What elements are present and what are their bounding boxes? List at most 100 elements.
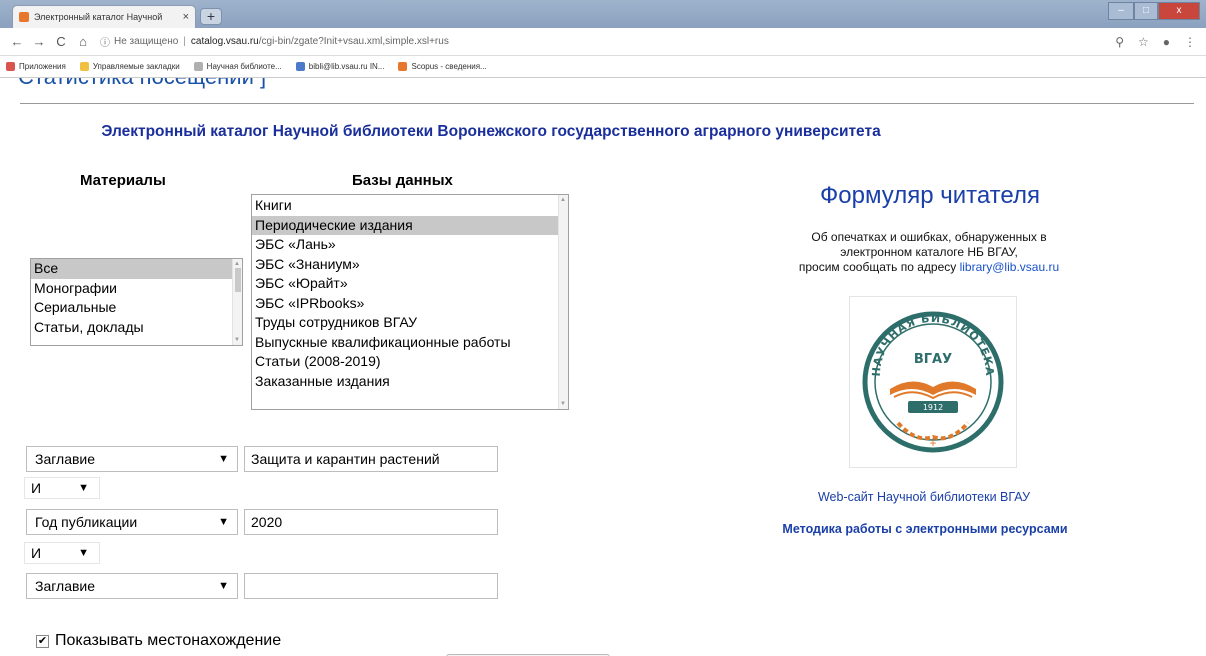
list-option[interactable]: Труды сотрудников ВГАУ bbox=[252, 313, 558, 333]
browser-tab[interactable]: Электронный каталог Научной × bbox=[12, 5, 196, 28]
notice-line-2: электронном каталоге НБ ВГАУ, bbox=[840, 245, 1018, 259]
tab-title: Электронный каталог Научной bbox=[34, 12, 163, 22]
svg-text:+: + bbox=[929, 436, 936, 450]
list-option[interactable]: Статьи, доклады bbox=[31, 318, 232, 338]
tab-close-icon[interactable]: × bbox=[183, 11, 189, 23]
search-field-select-1[interactable]: Заглавие ▼ bbox=[26, 446, 238, 472]
notice-line-3-text: просим сообщать по адресу bbox=[798, 260, 960, 274]
chevron-down-icon: ▼ bbox=[218, 580, 229, 592]
chevron-down-icon: ▼ bbox=[78, 482, 89, 494]
show-location-row: ✔ Показывать местонахождение bbox=[36, 632, 281, 650]
info-icon[interactable]: ⓘ bbox=[100, 34, 110, 49]
list-option[interactable]: Выпускные квалификационные работы bbox=[252, 333, 558, 353]
databases-listbox[interactable]: Книги Периодические издания ЭБС «Лань» ЭБС … bbox=[251, 194, 569, 410]
list-option[interactable]: Периодические издания bbox=[252, 215, 558, 235]
materials-scrollbar[interactable]: ▲ ▼ bbox=[232, 259, 242, 345]
star-icon[interactable]: ☆ bbox=[1138, 35, 1149, 49]
databases-scrollbar[interactable]: ▲ ▼ bbox=[558, 195, 568, 409]
list-option[interactable]: ЭБС «Знаниум» bbox=[252, 255, 558, 275]
insecure-label: Не защищено bbox=[114, 36, 179, 47]
svg-text:ВГАУ: ВГАУ bbox=[914, 352, 952, 367]
address-bar-actions: ⚲ ☆ ● ⋮ bbox=[1115, 35, 1196, 49]
library-logo: НАУЧНАЯ БИБЛИОТЕКА ВГАУ 1912 + bbox=[849, 296, 1017, 468]
show-location-label: Показывать местонахождение bbox=[55, 632, 282, 649]
browser-tabstrip: Электронный каталог Научной × + ‒ □ x bbox=[0, 0, 1206, 28]
home-icon[interactable]: ⌂ bbox=[72, 34, 94, 49]
list-option[interactable]: ЭБС «Лань» bbox=[252, 235, 558, 255]
list-option[interactable]: Монографии bbox=[31, 279, 232, 299]
bookmark-label: Научная библиоте... bbox=[206, 62, 282, 71]
bookmark-label: bibli@lib.vsau.ru IN... bbox=[308, 62, 385, 71]
scrollbar-thumb[interactable] bbox=[235, 268, 241, 292]
favicon-icon bbox=[19, 12, 29, 22]
divider bbox=[20, 103, 1194, 104]
chevron-down-icon: ▼ bbox=[78, 547, 89, 559]
reader-form-link[interactable]: Формуляр читателя bbox=[760, 182, 1100, 210]
library-logo-icon: НАУЧНАЯ БИБЛИОТЕКА ВГАУ 1912 + bbox=[862, 311, 1004, 453]
list-option[interactable]: Сериальные bbox=[31, 298, 232, 318]
bookmark-item[interactable]: Scopus - сведения... bbox=[398, 62, 487, 71]
search-input-1[interactable]: Защита и карантин растений bbox=[244, 446, 498, 472]
bookmark-item[interactable]: Научная библиоте... bbox=[193, 62, 282, 71]
bookmark-label: Приложения bbox=[19, 62, 66, 71]
databases-header: Базы данных bbox=[352, 172, 453, 189]
operator-select-1[interactable]: И ▼ bbox=[24, 477, 100, 499]
show-location-checkbox[interactable]: ✔ bbox=[36, 634, 49, 648]
search-field-value-2: Год публикации bbox=[35, 514, 138, 530]
back-arrow-icon[interactable]: ← bbox=[6, 34, 28, 49]
list-option[interactable]: Заказанные издания bbox=[252, 372, 558, 392]
list-option[interactable]: Статьи (2008-2019) bbox=[252, 352, 558, 372]
forward-arrow-icon[interactable]: → bbox=[28, 34, 50, 49]
reload-icon[interactable]: C bbox=[50, 34, 72, 49]
operator-value-2: И bbox=[31, 545, 42, 561]
bookmarks-bar: Приложения Управляемые закладки Научная би… bbox=[0, 56, 1206, 78]
bookmark-item[interactable]: bibli@lib.vsau.ru IN... bbox=[295, 62, 385, 71]
url-path: /cgi-bin/zgate?Init+vsau.xml,simple.xsl+… bbox=[258, 36, 449, 47]
stats-link[interactable]: Статистика посещений ] bbox=[18, 78, 266, 90]
url-host: catalog.vsau.ru bbox=[190, 36, 259, 47]
maximize-button[interactable]: □ bbox=[1134, 2, 1158, 20]
bookmark-label: Scopus - сведения... bbox=[411, 62, 487, 71]
notice-line-1: Об опечатках и ошибках, обнаруженных в bbox=[811, 230, 1047, 244]
search-input-2[interactable]: 2020 bbox=[244, 509, 498, 535]
bookmark-icon bbox=[398, 62, 408, 71]
bookmark-item[interactable]: Приложения bbox=[6, 62, 66, 71]
window-controls: ‒ □ x bbox=[1108, 2, 1200, 20]
search-field-value-3: Заглавие bbox=[35, 578, 96, 594]
scroll-up-icon[interactable]: ▲ bbox=[560, 197, 566, 203]
list-option[interactable]: ЭБС «IPRbooks» bbox=[252, 294, 558, 314]
url-separator: | bbox=[183, 36, 186, 47]
materials-header: Материалы bbox=[80, 172, 166, 189]
address-bar: ← → C ⌂ ⓘ Не защищено | catalog.vsau.ru … bbox=[0, 28, 1206, 56]
page-content: Статистика посещений ] Электронный катал… bbox=[0, 78, 1206, 656]
bookmark-item[interactable]: Управляемые закладки bbox=[79, 62, 180, 71]
zoom-icon[interactable]: ⚲ bbox=[1115, 35, 1124, 49]
operator-value-1: И bbox=[31, 480, 42, 496]
list-option[interactable]: Книги bbox=[252, 196, 558, 216]
scroll-down-icon[interactable]: ▼ bbox=[234, 337, 240, 343]
notice-line-3: просим сообщать по адресу library@lib.vs… bbox=[740, 260, 1118, 275]
operator-select-2[interactable]: И ▼ bbox=[24, 542, 100, 564]
account-icon[interactable]: ● bbox=[1163, 35, 1170, 49]
errata-notice: Об опечатках и ошибках, обнаруженных в э… bbox=[740, 230, 1118, 275]
url-field[interactable]: ⓘ Не защищено | catalog.vsau.ru /cgi-bin… bbox=[100, 34, 1115, 49]
list-option[interactable]: Все bbox=[31, 259, 232, 279]
bookmark-icon bbox=[193, 62, 203, 71]
search-field-value-1: Заглавие bbox=[35, 451, 96, 467]
library-website-link[interactable]: Web-сайт Научной библиотеки ВГАУ bbox=[740, 490, 1108, 504]
list-option[interactable]: ЭБС «Юрайт» bbox=[252, 274, 558, 294]
chevron-down-icon: ▼ bbox=[218, 453, 229, 465]
scroll-down-icon[interactable]: ▼ bbox=[560, 401, 566, 407]
materials-listbox[interactable]: Все Монографии Сериальные Статьи, доклады ▲… bbox=[30, 258, 243, 346]
menu-icon[interactable]: ⋮ bbox=[1184, 35, 1196, 49]
scroll-up-icon[interactable]: ▲ bbox=[234, 261, 240, 267]
svg-text:1912: 1912 bbox=[923, 403, 943, 412]
search-field-select-3[interactable]: Заглавие ▼ bbox=[26, 573, 238, 599]
email-link[interactable]: library@lib.vsau.ru bbox=[960, 260, 1060, 274]
search-field-select-2[interactable]: Год публикации ▼ bbox=[26, 509, 238, 535]
minimize-button[interactable]: ‒ bbox=[1108, 2, 1134, 20]
methodology-link[interactable]: Методика работы с электронными ресурсами bbox=[740, 522, 1110, 536]
search-input-3[interactable] bbox=[244, 573, 498, 599]
close-window-button[interactable]: x bbox=[1158, 2, 1200, 20]
new-tab-button[interactable]: + bbox=[200, 8, 222, 25]
